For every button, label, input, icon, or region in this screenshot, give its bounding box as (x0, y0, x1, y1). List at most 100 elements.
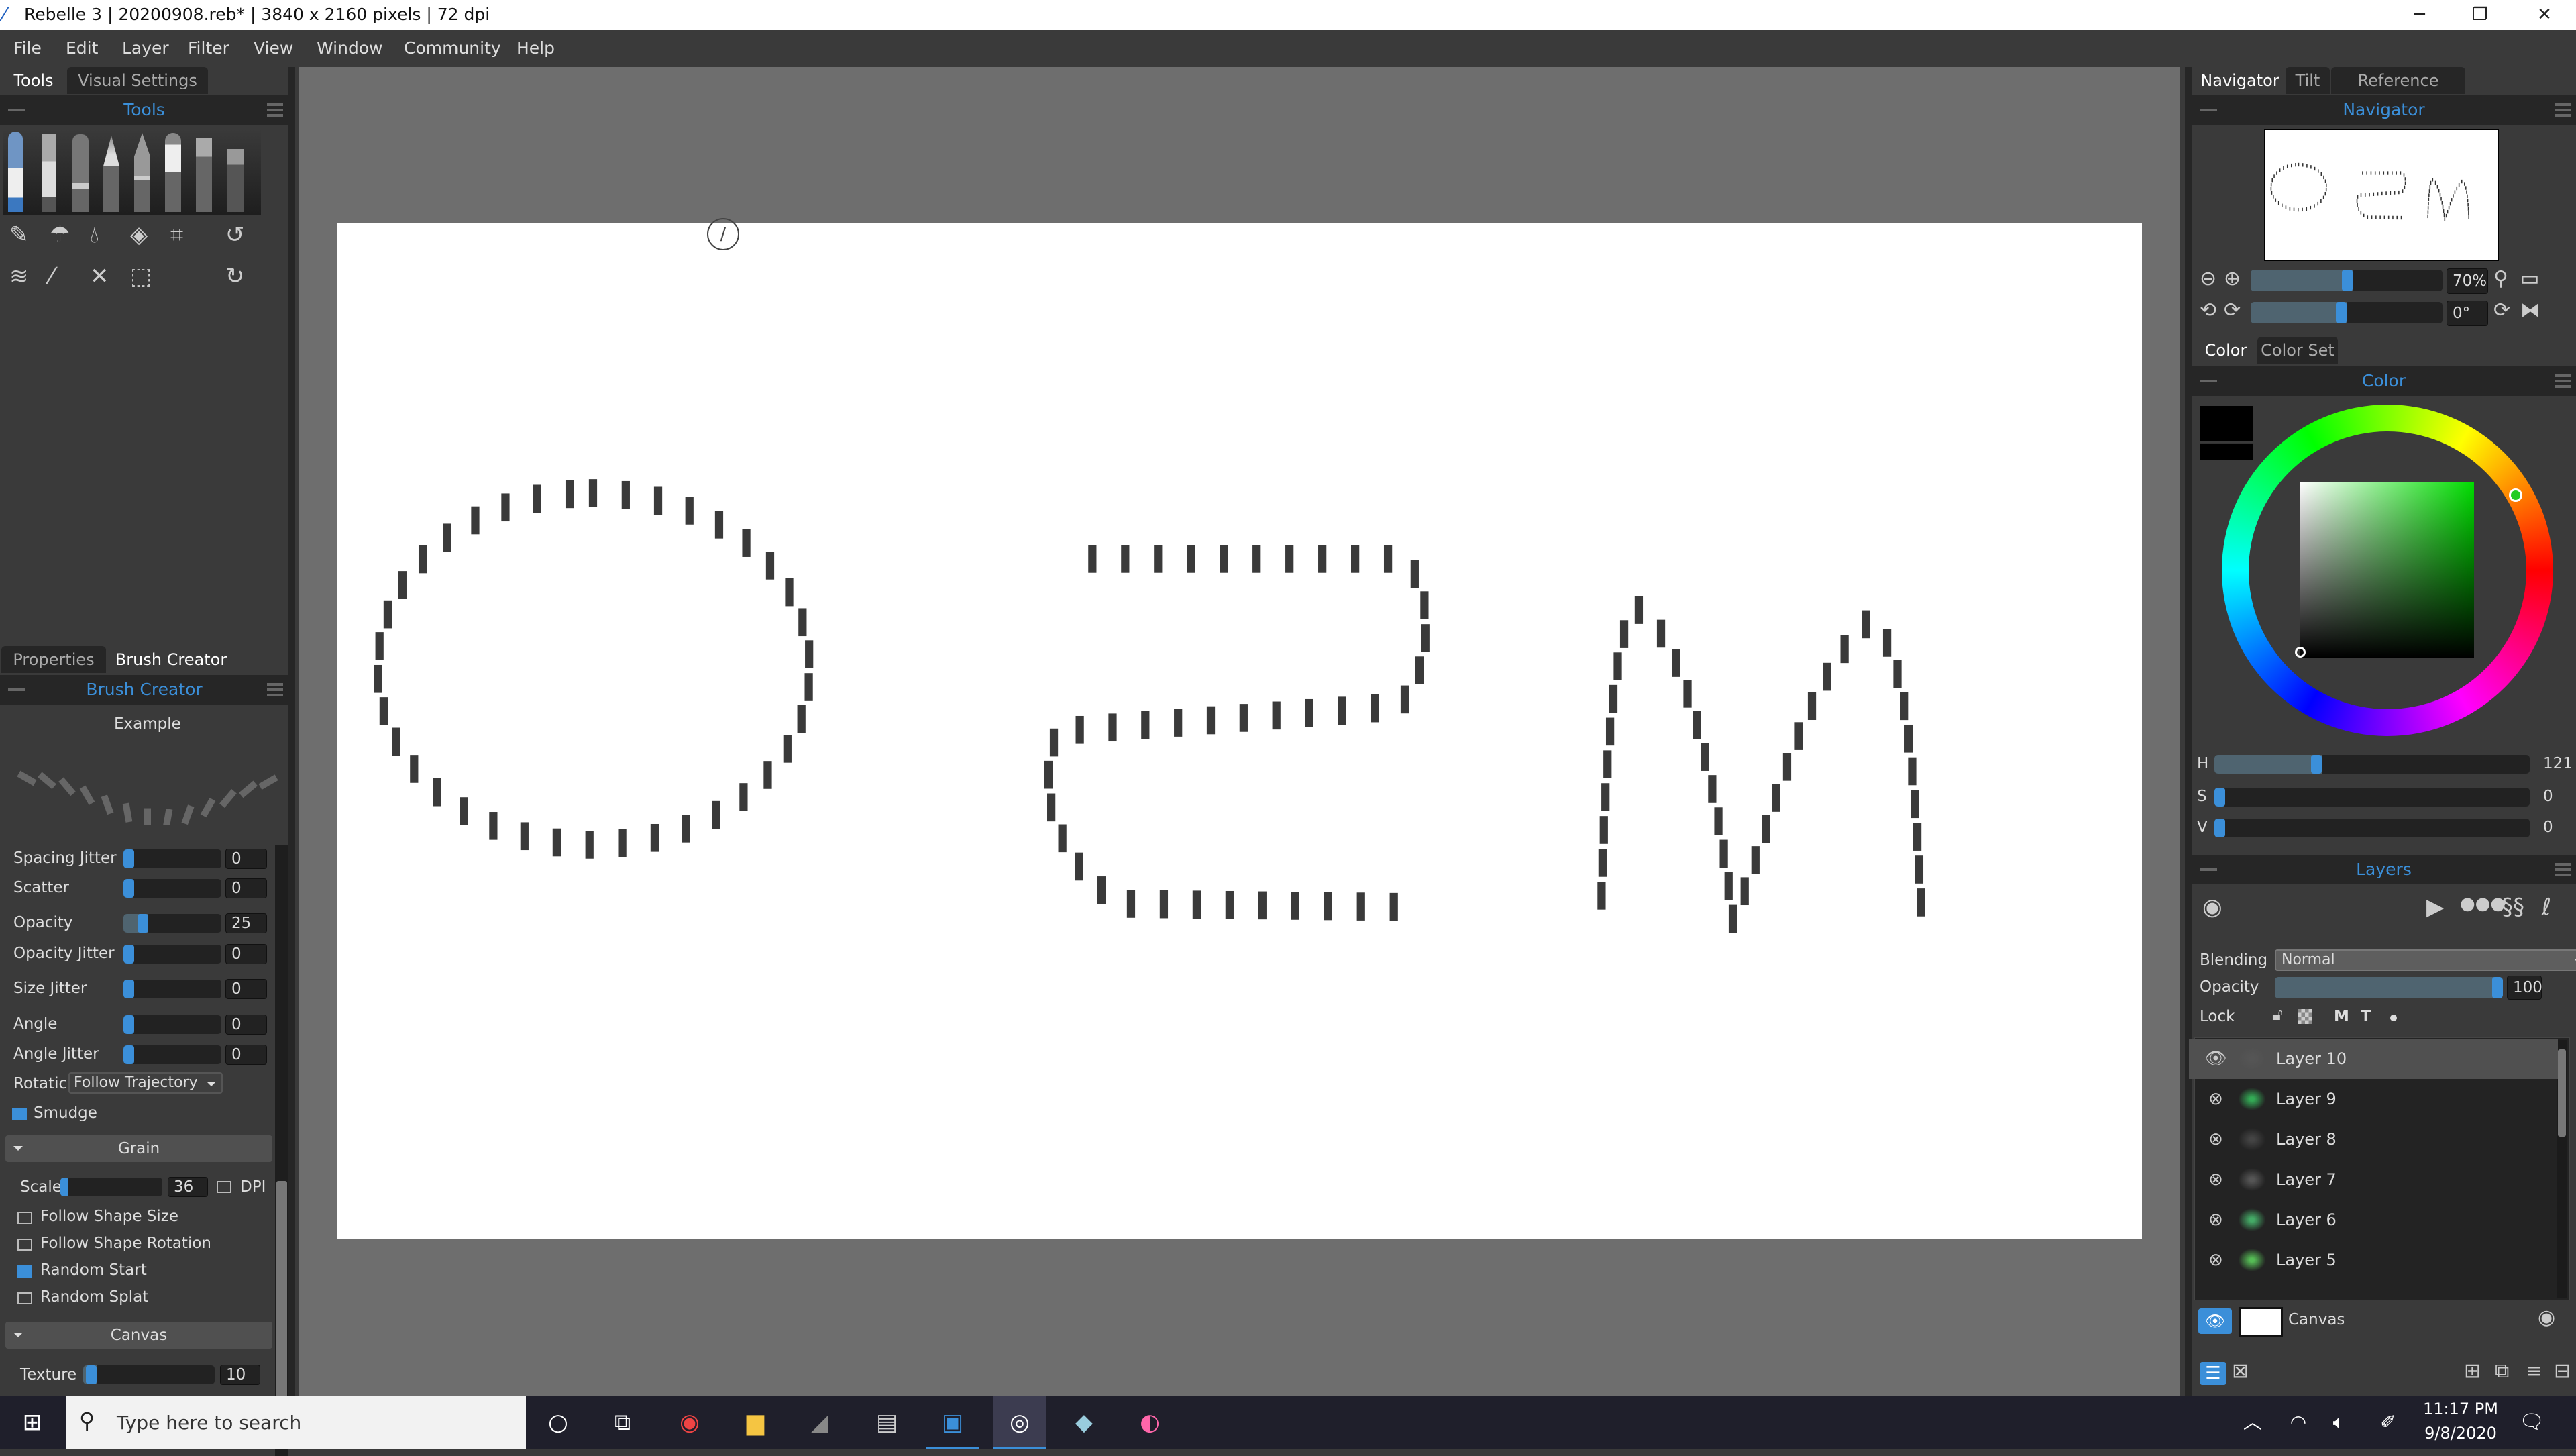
spacing-jitter-slider[interactable] (123, 849, 221, 868)
grain-section-header[interactable]: Grain (5, 1135, 272, 1162)
hue-slider[interactable] (2214, 755, 2530, 774)
tab-color-set[interactable]: Color Set (2257, 337, 2338, 364)
collapse-icon[interactable] (2200, 109, 2217, 111)
eye-hidden-icon[interactable]: ⊗ (2202, 1119, 2229, 1159)
scale-slider[interactable] (60, 1178, 162, 1196)
opacity-jitter-value[interactable]: 0 (225, 944, 267, 964)
scatter-value[interactable]: 0 (225, 878, 267, 898)
tab-properties[interactable]: Properties (1, 646, 106, 673)
undo-icon[interactable]: ↺ (225, 221, 245, 248)
task-view-icon[interactable]: ⧉ (596, 1396, 649, 1449)
sponge-tool-icon[interactable]: ◈ (130, 221, 148, 248)
tab-tilt[interactable]: Tilt (2286, 67, 2330, 94)
collapse-icon[interactable] (2200, 380, 2217, 382)
slider-knob[interactable] (123, 849, 134, 868)
saturation-value-square[interactable] (2295, 482, 2474, 658)
menu-community[interactable]: Community (404, 38, 501, 58)
panel-menu-icon[interactable] (267, 103, 283, 117)
tab-navigator[interactable]: Navigator (2196, 67, 2284, 94)
value-value[interactable]: 0 (2543, 819, 2553, 836)
menu-edit[interactable]: Edit (66, 38, 98, 58)
fit-zoom-icon[interactable]: ⚲ (2493, 267, 2508, 291)
blending-dropdown[interactable]: Normal (2275, 949, 2576, 971)
eyedropper-icon[interactable]: ⁄ (50, 263, 54, 290)
dry-layer-icon[interactable]: §§ (2502, 894, 2524, 921)
lock-dot-icon[interactable] (2390, 1015, 2397, 1021)
follow-shape-size-checkbox[interactable] (17, 1212, 32, 1224)
size-jitter-slider[interactable] (123, 980, 221, 998)
menu-view[interactable]: View (254, 38, 293, 58)
tab-reference-image[interactable]: Reference Image (2331, 67, 2465, 117)
secondary-color-swatch[interactable] (2200, 443, 2253, 460)
slider-knob[interactable] (123, 1045, 134, 1064)
maximize-button[interactable]: ❐ (2450, 0, 2510, 30)
diffuse-icon[interactable]: ℓ (2542, 894, 2551, 921)
selection-tool-icon[interactable]: ⬚ (130, 263, 152, 290)
hue-value[interactable]: 121 (2543, 755, 2573, 772)
brush-tool-icon[interactable]: ✎ (9, 221, 29, 248)
zoom-out-icon[interactable]: ⊖ (2200, 267, 2216, 291)
close-button[interactable]: ✕ (2514, 0, 2575, 30)
app-icon[interactable]: ▤ (860, 1396, 914, 1449)
slider-knob[interactable] (123, 1015, 134, 1034)
slider-knob[interactable] (123, 945, 134, 964)
cortana-icon[interactable]: ○ (531, 1396, 585, 1449)
sv-picker-handle[interactable] (2295, 647, 2306, 658)
hue-picker-handle[interactable] (2509, 488, 2522, 502)
tab-tools[interactable]: Tools (1, 67, 66, 94)
menu-window[interactable]: Window (317, 38, 383, 58)
duplicate-layer-icon[interactable]: ⧉ (2495, 1359, 2509, 1383)
angle-jitter-slider[interactable] (123, 1045, 221, 1064)
navigator-thumbnail[interactable] (2264, 129, 2499, 261)
layer-row[interactable]: ⊗ Layer 6 (2189, 1200, 2558, 1240)
lock-transparency-icon[interactable] (2298, 1009, 2312, 1024)
lock-tracing-icon[interactable]: T (2361, 1008, 2371, 1025)
panel-menu-icon[interactable] (2555, 863, 2571, 876)
collapse-icon[interactable] (8, 688, 25, 691)
size-jitter-value[interactable]: 0 (225, 979, 267, 999)
rotation-slider[interactable] (2251, 302, 2443, 323)
eye-hidden-icon[interactable]: ⊗ (2202, 1200, 2229, 1240)
panel-menu-icon[interactable] (2555, 374, 2571, 388)
menu-filter[interactable]: Filter (188, 38, 229, 58)
menu-help[interactable]: Help (517, 38, 555, 58)
smudge-checkbox[interactable] (12, 1108, 27, 1120)
angle-slider[interactable] (123, 1015, 221, 1034)
follow-shape-rotation-checkbox[interactable] (17, 1239, 32, 1251)
drawing-canvas[interactable] (337, 223, 2142, 1239)
blend-tool-icon[interactable]: ☂ (50, 221, 70, 248)
wet-layer-icon[interactable]: ●●● (2460, 894, 2506, 914)
primary-color-swatch[interactable] (2200, 406, 2253, 441)
brush-creator-scrollbar[interactable] (275, 845, 288, 1456)
panel-menu-icon[interactable] (267, 683, 283, 696)
eye-hidden-icon[interactable]: ⊗ (2202, 1159, 2229, 1200)
flat-brush-icon[interactable] (42, 134, 56, 212)
tab-brush-creator[interactable]: Brush Creator (107, 646, 235, 673)
layer-list-scrollbar[interactable] (2557, 1040, 2567, 1298)
rotation-value[interactable]: 0° (2447, 301, 2488, 326)
transform-tool-icon[interactable]: ✕ (90, 263, 109, 290)
slider-knob[interactable] (123, 980, 134, 998)
marker-icon[interactable] (72, 134, 89, 212)
layer-opacity-slider[interactable] (2275, 977, 2503, 998)
canvas-section-header[interactable]: Canvas (5, 1322, 272, 1349)
layer-row[interactable]: ⊗ Layer 9 (2189, 1079, 2558, 1119)
crop-tool-icon[interactable]: ⌗ (170, 221, 183, 248)
fit-screen-icon[interactable]: ▭ (2520, 267, 2539, 291)
random-start-checkbox[interactable] (17, 1265, 32, 1278)
app-icon[interactable]: ◐ (1123, 1396, 1177, 1449)
canvas-visibility-icon[interactable]: 👁︎ (2198, 1308, 2232, 1334)
pencil-icon[interactable] (103, 136, 119, 212)
layer-properties-icon[interactable]: ☰ (2200, 1362, 2226, 1385)
volume-icon[interactable]: 🔈︎ (2312, 1396, 2365, 1449)
spacing-jitter-value[interactable]: 0 (225, 849, 267, 869)
zoom-in-icon[interactable]: ⊕ (2224, 267, 2241, 291)
collapse-icon[interactable] (8, 109, 25, 111)
reset-rotation-icon[interactable]: ⟳ (2493, 299, 2510, 322)
water-tool-icon[interactable]: 💧︎ (90, 221, 99, 248)
scrollbar-thumb[interactable] (2558, 1049, 2566, 1137)
eraser-icon[interactable] (227, 149, 244, 212)
zoom-slider[interactable] (2251, 270, 2443, 291)
file-explorer-icon[interactable]: ▆ (729, 1396, 782, 1449)
photos-icon[interactable]: ▣ (926, 1396, 979, 1449)
